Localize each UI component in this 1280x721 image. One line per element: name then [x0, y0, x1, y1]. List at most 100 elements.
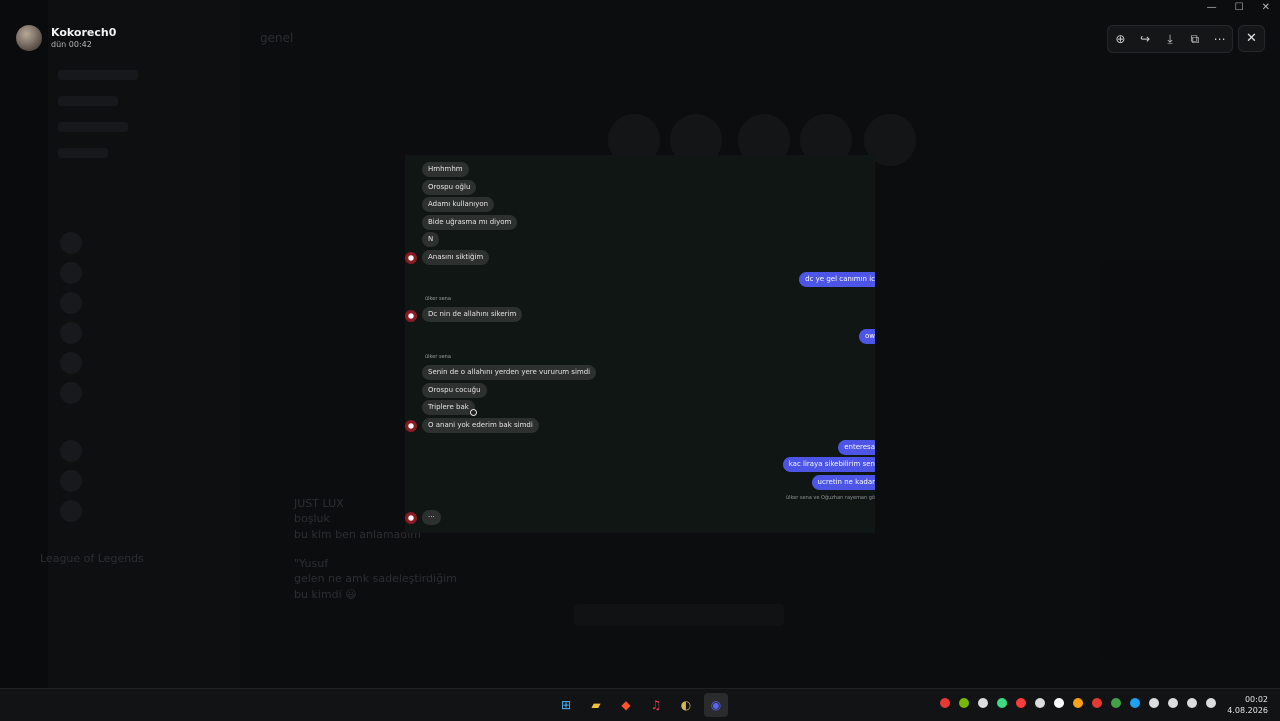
chat-message: O anani yok ederim bak simdi: [405, 418, 875, 435]
background-avatar: [60, 232, 82, 254]
download-icon[interactable]: ⤓: [1161, 30, 1179, 48]
background-message: "Yusuf: [294, 557, 329, 570]
tray-icon[interactable]: [959, 698, 969, 708]
chat-message: Hmhmhm: [405, 162, 875, 179]
background-avatar: [60, 322, 82, 344]
music-icon[interactable]: ♫: [644, 693, 668, 717]
post-timestamp: dün 00:42: [51, 40, 92, 49]
window-close-button[interactable]: ✕: [1262, 2, 1270, 13]
message-bubble: N: [422, 232, 440, 247]
background-row: [58, 70, 138, 80]
clock[interactable]: 00:02 4.08.2026: [1227, 694, 1268, 716]
avatar[interactable]: [16, 25, 42, 51]
message-bubble: Adamı kullanıyon: [422, 197, 495, 212]
chat-message: ow: [405, 329, 875, 346]
message-bubble: ow: [858, 329, 875, 344]
image-viewer-header: Kokorech0 dün 00:42 ⊕ ↪ ⤓ ⧉ ⋯ ✕ — ☐ ✕: [0, 0, 1280, 70]
app-glyph: ◐: [680, 698, 692, 712]
tray-icon[interactable]: [1206, 698, 1216, 708]
background-avatar: [60, 470, 82, 492]
chat-message: dc ye gel canımın ic: [405, 272, 875, 289]
tray-icon[interactable]: [978, 698, 988, 708]
seen-by-text: ülker sena ve Oğuzhan rayeman gö: [785, 495, 875, 501]
chat-message: N: [405, 232, 875, 249]
background-server-rail: [0, 0, 48, 688]
background-avatar: [60, 500, 82, 522]
message-bubble: dc ye gel canımın ic: [799, 272, 875, 287]
typing-dots: ···: [422, 510, 441, 525]
music-glyph: ♫: [650, 698, 662, 712]
chat-message: kac liraya sikebilirim sen: [405, 457, 875, 474]
message-bubble: ucretin ne kadar: [811, 475, 875, 490]
sender-avatar: [405, 420, 417, 432]
system-tray: [940, 698, 1216, 708]
zoom-in-icon[interactable]: ⊕: [1111, 30, 1129, 48]
mouse-cursor: [470, 409, 477, 416]
chat-message: enteresa: [405, 440, 875, 457]
forward-icon[interactable]: ↪: [1136, 30, 1154, 48]
windows-start-icon[interactable]: ⊞: [554, 693, 578, 717]
background-row: [58, 122, 128, 132]
file-explorer-icon[interactable]: ▰: [584, 693, 608, 717]
tray-icon[interactable]: [1187, 698, 1197, 708]
message-bubble: Anasını siktiğim: [422, 250, 490, 265]
message-bubble: Bide uğrasma mı diyom: [422, 215, 518, 230]
author-username[interactable]: Kokorech0: [51, 26, 116, 39]
background-row: [58, 96, 118, 106]
message-bubble: enteresa: [838, 440, 875, 455]
sender-avatar: [405, 512, 417, 524]
tray-icon[interactable]: [997, 698, 1007, 708]
background-message: bu kimdi 😃: [294, 588, 357, 601]
background-avatar: [60, 262, 82, 284]
attached-image[interactable]: Hmhmhm Orospu oğlu Adamı kullanıyon Bide…: [405, 155, 875, 533]
message-bubble: kac liraya sikebilirim sen: [782, 457, 875, 472]
chat-message: Orospu oğlu: [405, 180, 875, 197]
sender-avatar: [405, 252, 417, 264]
message-bubble: Dc nin de allahını sikerim: [422, 307, 523, 322]
chat-message: ucretin ne kadar: [405, 475, 875, 492]
chat-message: Orospu cocuğu: [405, 383, 875, 400]
minimize-button[interactable]: —: [1207, 2, 1217, 13]
tray-icon[interactable]: [1073, 698, 1083, 708]
close-viewer-button[interactable]: ✕: [1238, 25, 1265, 52]
app-icon[interactable]: ◐: [674, 693, 698, 717]
chat-message: Senin de o allahını yerden yere vururum …: [405, 365, 875, 382]
chat-message: Anasını siktiğim: [405, 250, 875, 267]
background-avatar: [60, 292, 82, 314]
message-bubble: Orospu cocuğu: [422, 383, 487, 398]
tray-icon[interactable]: [1092, 698, 1102, 708]
tray-icon[interactable]: [1035, 698, 1045, 708]
clock-time: 00:02: [1244, 695, 1268, 704]
background-avatar: [60, 352, 82, 374]
taskbar: ⊞ ▰ ◆ ♫ ◐ ◉ 00:02 4.08.2026: [0, 688, 1280, 721]
tray-icon[interactable]: [1130, 698, 1140, 708]
background-row: [58, 148, 108, 158]
message-bubble: Orospu oğlu: [422, 180, 477, 195]
brave-icon[interactable]: ◆: [614, 693, 638, 717]
typing-indicator: ···: [405, 510, 875, 527]
tray-icon[interactable]: [1054, 698, 1064, 708]
background-avatar: [60, 382, 82, 404]
window-controls: — ☐ ✕: [1207, 2, 1270, 13]
tray-icon[interactable]: [1168, 698, 1178, 708]
discord-icon[interactable]: ◉: [704, 693, 728, 717]
message-bubble: O anani yok ederim bak simdi: [422, 418, 539, 433]
tray-icon[interactable]: [940, 698, 950, 708]
file-explorer-glyph: ▰: [591, 698, 601, 712]
windows-start-glyph: ⊞: [560, 698, 572, 712]
message-bubble: Hmhmhm: [422, 162, 469, 177]
message-bubble: Senin de o allahını yerden yere vururum …: [422, 365, 597, 380]
sender-avatar: [405, 310, 417, 322]
maximize-button[interactable]: ☐: [1235, 2, 1244, 13]
tray-icon[interactable]: [1016, 698, 1026, 708]
tray-icon[interactable]: [1149, 698, 1159, 708]
taskbar-apps: ⊞ ▰ ◆ ♫ ◐ ◉: [554, 693, 728, 717]
chat-message: Dc nin de allahını sikerim: [405, 307, 875, 324]
background-banner: [574, 604, 784, 626]
background-avatar: [60, 440, 82, 462]
background-member-list: [1100, 260, 1280, 660]
open-external-icon[interactable]: ⧉: [1186, 30, 1204, 48]
tray-icon[interactable]: [1111, 698, 1121, 708]
viewer-toolbar: ⊕ ↪ ⤓ ⧉ ⋯: [1107, 25, 1233, 53]
more-icon[interactable]: ⋯: [1211, 30, 1229, 48]
